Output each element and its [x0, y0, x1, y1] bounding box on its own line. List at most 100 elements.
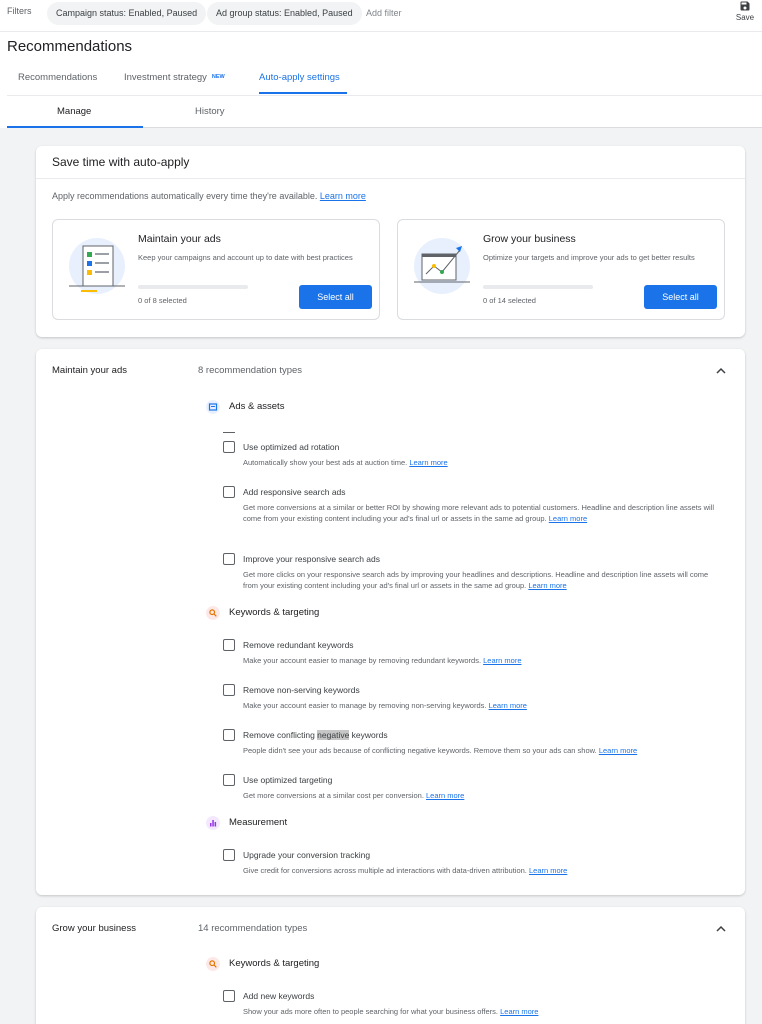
maintain-ads-section: Maintain your ads 8 recommendation types… — [36, 349, 745, 895]
item-description: People didn't see your ads because of co… — [243, 745, 719, 756]
box-title: Grow your business — [483, 233, 576, 245]
item-title: Remove non-serving keywords — [243, 685, 360, 695]
description-text: Get more conversions at a similar or bet… — [243, 503, 715, 523]
checkbox[interactable] — [223, 729, 235, 741]
item-description: Get more conversions at a similar or bet… — [243, 502, 719, 524]
card-description-text: Apply recommendations automatically ever… — [52, 191, 318, 201]
grow-business-box: Grow your business Optimize your targets… — [397, 219, 725, 320]
tab-auto-apply-settings[interactable]: Auto-apply settings — [259, 72, 340, 83]
description-text: Give credit for conversions across multi… — [243, 866, 527, 875]
item-description: Show your ads more often to people searc… — [243, 1006, 719, 1017]
chevron-up-icon[interactable] — [715, 365, 727, 377]
tab-investment-strategy[interactable]: Investment strategy NEW — [124, 72, 225, 83]
title-text: keywords — [349, 730, 388, 740]
progress-bar — [483, 285, 593, 289]
section-title: Grow your business — [52, 923, 136, 934]
new-badge: NEW — [211, 74, 225, 80]
item-title: Add responsive search ads — [243, 487, 346, 497]
item-description: Give credit for conversions across multi… — [243, 865, 719, 876]
learn-more-link[interactable]: Learn more — [426, 791, 464, 800]
group-label: Keywords & targeting — [229, 958, 320, 969]
learn-more-link[interactable]: Learn more — [409, 458, 447, 467]
item-description: Get more conversions at a similar cost p… — [243, 790, 719, 801]
item-title: Use optimized ad rotation — [243, 442, 340, 452]
selected-count: 0 of 8 selected — [138, 296, 187, 305]
item-description: Make your account easier to manage by re… — [243, 700, 719, 711]
section-title: Maintain your ads — [52, 365, 127, 376]
item-title: Remove conflicting negative keywords — [243, 730, 388, 740]
ads-assets-icon — [206, 400, 220, 414]
checkbox[interactable] — [223, 849, 235, 861]
selected-count: 0 of 14 selected — [483, 296, 536, 305]
item-title: Upgrade your conversion tracking — [243, 850, 371, 860]
learn-more-link[interactable]: Learn more — [489, 701, 527, 710]
filter-chip-campaign-status[interactable]: Campaign status: Enabled, Paused — [47, 2, 207, 25]
learn-more-link[interactable]: Learn more — [500, 1007, 538, 1016]
save-button[interactable]: Save — [734, 0, 756, 28]
tab-investment-strategy-label: Investment strategy — [124, 72, 207, 83]
chevron-up-icon[interactable] — [715, 923, 727, 935]
learn-more-link[interactable]: Learn more — [528, 581, 566, 590]
active-tab-indicator — [259, 92, 347, 94]
growth-chart-illustration-icon — [414, 238, 470, 294]
learn-more-link[interactable]: Learn more — [549, 514, 587, 523]
checkbox[interactable] — [223, 990, 235, 1002]
learn-more-link[interactable]: Learn more — [320, 191, 366, 201]
filter-bar: Filters Campaign status: Enabled, Paused… — [0, 0, 762, 32]
subtab-history[interactable]: History — [195, 106, 225, 117]
box-title: Maintain your ads — [138, 233, 221, 245]
add-filter-button[interactable]: Add filter — [366, 8, 402, 18]
recommendation-count: 14 recommendation types — [198, 923, 308, 934]
item-description: Automatically show your best ads at auct… — [243, 457, 719, 468]
box-description: Keep your campaigns and account up to da… — [138, 253, 353, 262]
search-icon — [206, 957, 220, 971]
sub-tabs: Manage History — [7, 95, 762, 128]
card-description: Apply recommendations automatically ever… — [52, 191, 366, 201]
subtab-manage[interactable]: Manage — [57, 106, 91, 117]
filter-chip-ad-group-status[interactable]: Ad group status: Enabled, Paused — [207, 2, 362, 25]
group-label: Keywords & targeting — [229, 607, 320, 618]
divider — [223, 432, 235, 433]
item-description: Get more clicks on your responsive searc… — [243, 569, 719, 591]
checkbox[interactable] — [223, 553, 235, 565]
maintain-ads-box: Maintain your ads Keep your campaigns an… — [52, 219, 380, 320]
description-text: Make your account easier to manage by re… — [243, 656, 482, 665]
main-tabs: Recommendations Investment strategy NEW A… — [0, 66, 762, 95]
bar-chart-icon — [206, 816, 220, 830]
checkbox[interactable] — [223, 441, 235, 453]
description-text: People didn't see your ads because of co… — [243, 746, 597, 755]
checkbox[interactable] — [223, 774, 235, 786]
description-text: Make your account easier to manage by re… — [243, 701, 487, 710]
checkbox[interactable] — [223, 486, 235, 498]
title-text: Remove conflicting — [243, 730, 318, 740]
highlighted-text: negative — [317, 730, 350, 740]
card-title: Save time with auto-apply — [52, 155, 190, 169]
item-description: Make your account easier to manage by re… — [243, 655, 719, 666]
item-title: Improve your responsive search ads — [243, 554, 381, 564]
checkbox[interactable] — [223, 684, 235, 696]
group-label: Ads & assets — [229, 401, 285, 412]
select-all-grow-button[interactable]: Select all — [644, 285, 717, 309]
save-icon — [740, 1, 750, 11]
active-subtab-indicator — [7, 126, 143, 128]
tab-recommendations[interactable]: Recommendations — [18, 72, 97, 83]
group-label: Measurement — [229, 817, 288, 828]
learn-more-link[interactable]: Learn more — [529, 866, 567, 875]
recommendation-count: 8 recommendation types — [198, 365, 303, 376]
checklist-illustration-icon — [69, 238, 125, 294]
description-text: Automatically show your best ads at auct… — [243, 458, 408, 467]
progress-bar — [138, 285, 248, 289]
learn-more-link[interactable]: Learn more — [483, 656, 521, 665]
learn-more-link[interactable]: Learn more — [599, 746, 637, 755]
search-icon — [206, 606, 220, 620]
description-text: Get more clicks on your responsive searc… — [243, 570, 709, 590]
divider — [36, 178, 745, 179]
item-title: Add new keywords — [243, 991, 315, 1001]
save-label: Save — [735, 13, 755, 22]
checkbox[interactable] — [223, 639, 235, 651]
page-title: Recommendations — [7, 38, 133, 55]
select-all-maintain-button[interactable]: Select all — [299, 285, 372, 309]
item-title: Use optimized targeting — [243, 775, 333, 785]
item-title: Remove redundant keywords — [243, 640, 354, 650]
grow-business-section: Grow your business 14 recommendation typ… — [36, 907, 745, 1024]
